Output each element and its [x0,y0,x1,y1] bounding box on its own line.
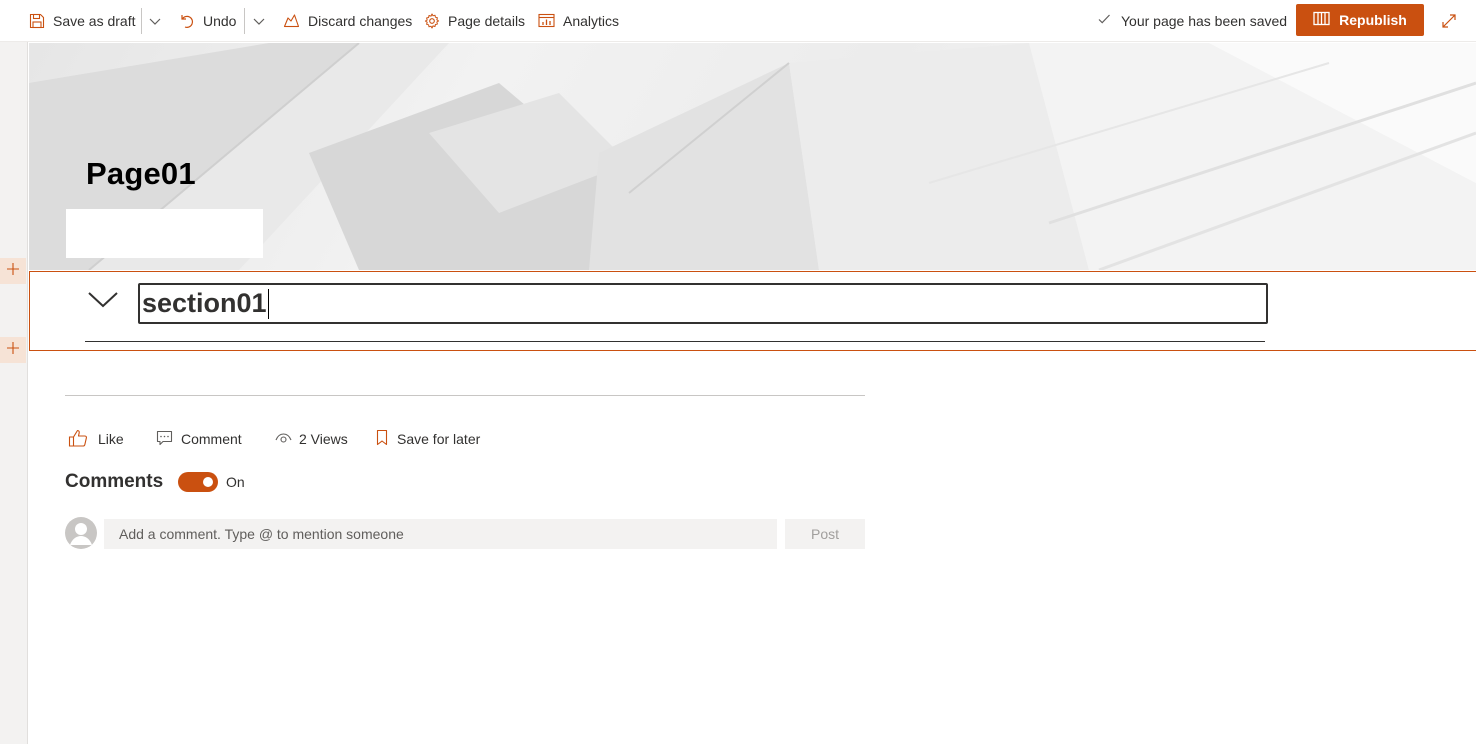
add-section-button[interactable] [0,337,26,363]
chevron-down-icon [148,14,162,28]
bookmark-icon [376,429,388,449]
views-label: 2 Views [299,431,348,447]
save-options-dropdown[interactable] [148,0,162,41]
page-details-label: Page details [448,12,526,29]
comment-icon [156,430,173,449]
save-status-text: Your page has been saved [1121,12,1288,29]
save-draft-button[interactable]: Save as draft [29,0,136,41]
add-section-button[interactable] [0,258,26,284]
section-title-field[interactable]: section01 [138,283,1268,324]
undo-options-dropdown[interactable] [252,0,266,41]
eye-icon [275,431,292,447]
section-title-text: section01 [142,288,267,318]
discard-changes-label: Discard changes [308,12,413,29]
expand-icon [1441,13,1457,29]
save-draft-label: Save as draft [53,12,136,29]
comment-button[interactable]: Comment [156,428,242,450]
comment-input[interactable] [104,519,777,549]
comments-toggle[interactable] [178,472,218,492]
save-for-later-label: Save for later [397,431,481,447]
author-byline-area[interactable] [66,209,263,258]
comment-label: Comment [181,431,242,447]
page-details-button[interactable]: Page details [424,0,525,41]
collapse-section-button[interactable] [88,290,118,315]
analytics-label: Analytics [563,12,620,29]
divider [244,8,245,34]
text-cursor [267,288,269,319]
avatar [65,517,97,549]
save-for-later-button[interactable]: Save for later [376,428,480,450]
left-rail [0,42,28,744]
command-bar: Save as draft Undo Discard changes Page … [0,0,1476,42]
chevron-down-icon [88,292,118,314]
analytics-icon [538,13,555,28]
views-count: 2 Views [275,428,348,450]
undo-label: Undo [203,12,237,29]
expand-button[interactable] [1441,0,1457,41]
plus-icon [6,341,20,360]
like-button[interactable]: Like [68,428,124,450]
toggle-knob [203,477,213,487]
plus-icon [6,262,20,281]
person-icon [65,517,97,549]
save-icon [29,13,45,29]
book-icon [1313,11,1330,29]
page-title[interactable]: Page01 [86,156,196,192]
discard-changes-button[interactable]: Discard changes [283,0,412,41]
like-label: Like [98,431,124,447]
discard-icon [283,13,300,29]
republish-button[interactable]: Republish [1296,4,1424,36]
republish-label: Republish [1339,12,1407,28]
gear-icon [424,13,440,29]
comments-toggle-state: On [226,474,245,490]
chevron-down-icon [252,14,266,28]
divider [65,395,865,396]
analytics-button[interactable]: Analytics [538,0,619,41]
undo-icon [179,13,195,29]
checkmark-icon [1097,12,1111,29]
save-status: Your page has been saved [1097,0,1287,41]
thumbs-up-icon [68,429,88,450]
post-button[interactable]: Post [785,519,865,549]
undo-button[interactable]: Undo [179,0,236,41]
comments-heading: Comments [65,471,164,492]
section-underline [85,341,1265,342]
divider [141,8,142,34]
